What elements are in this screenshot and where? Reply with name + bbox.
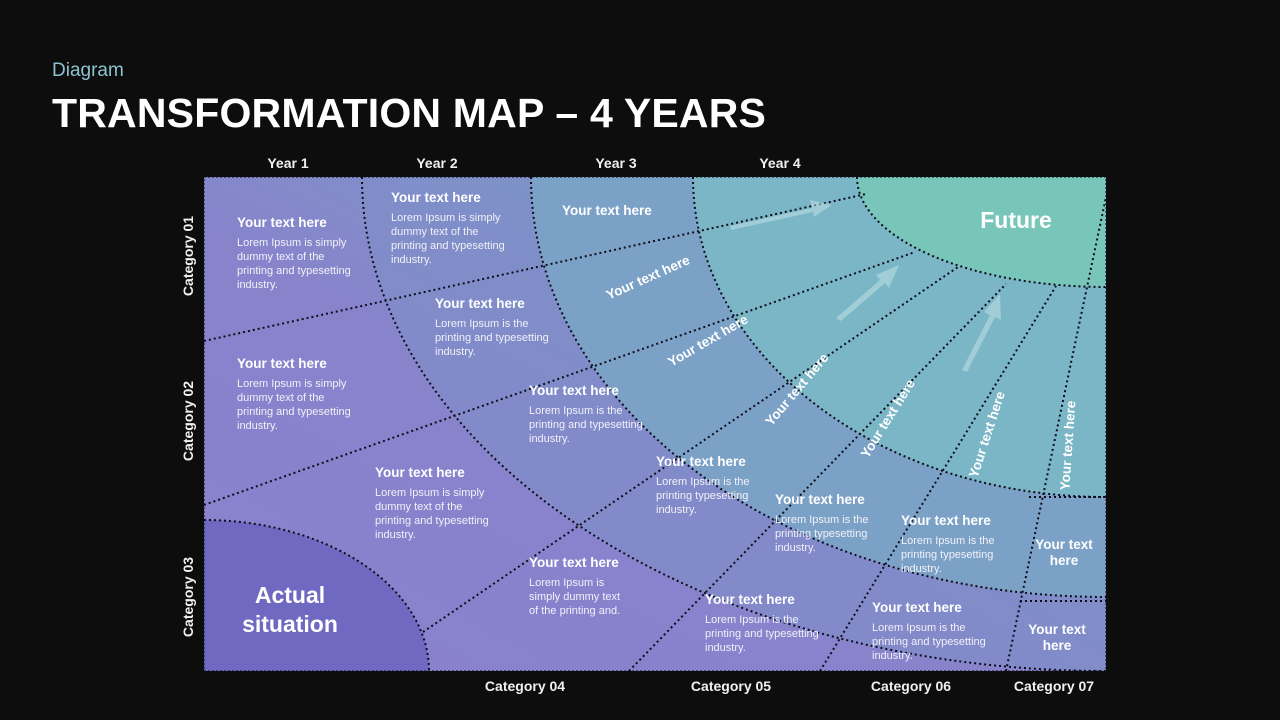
cell-body: Lorem Ipsum is the printing and typesett… <box>529 405 643 445</box>
cell-heading: Your text here <box>375 465 465 480</box>
cell-body: Lorem Ipsum is the printing and typesett… <box>705 614 819 654</box>
cell-cat01-year2: Your text here Lorem Ipsum is simply dum… <box>391 190 516 267</box>
cell-body: Lorem Ipsum is simply dummy text of the … <box>391 212 505 266</box>
cell-heading: Your text here <box>705 592 795 607</box>
cell-body: Lorem Ipsum is simply dummy text of the … <box>237 237 351 291</box>
cell-body: Lorem Ipsum is simply dummy text of the … <box>375 487 489 541</box>
cell-cat06-year2: Your text here Lorem Ipsum is the printi… <box>872 600 987 663</box>
cell-body: Lorem Ipsum is simply dummy text of the … <box>237 378 351 432</box>
cell-cat05-year3: Your text here Lorem Ipsum is the printi… <box>775 492 885 555</box>
corner-label-cat07-upper: Your text here <box>1035 537 1093 568</box>
cell-heading: Your text here <box>656 454 746 469</box>
cell-heading: Your text here <box>529 555 619 570</box>
cell-heading: Your text here <box>775 492 865 507</box>
cell-cat05-year2: Your text here Lorem Ipsum is the printi… <box>705 592 820 655</box>
future-label: Future <box>980 207 1052 233</box>
cell-body: Lorem Ipsum is simply dummy text of the … <box>529 577 621 617</box>
cell-heading: Your text here <box>901 513 991 528</box>
actual-situation-label: Actual situation <box>242 582 338 637</box>
cell-body: Lorem Ipsum is the printing typesetting … <box>656 476 750 516</box>
cell-cat02-year2: Your text here Lorem Ipsum is the printi… <box>435 296 550 359</box>
transformation-map-diagram <box>203 176 1107 672</box>
cell-cat02-year3: Your text here Lorem Ipsum is the printi… <box>529 383 644 446</box>
cell-heading: Your text here <box>529 383 619 398</box>
cell-cat03-year1: Your text here Lorem Ipsum is simply dum… <box>375 465 500 542</box>
cell-cat06-year3: Your text here Lorem Ipsum is the printi… <box>901 513 1011 576</box>
cell-heading: Your text here <box>872 600 962 615</box>
cell-body: Lorem Ipsum is the printing typesetting … <box>775 514 869 554</box>
cell-cat04-year2: Your text here Lorem Ipsum is simply dum… <box>529 555 621 618</box>
cell-body: Lorem Ipsum is the printing and typesett… <box>872 622 986 662</box>
cell-body: Lorem Ipsum is the printing and typesett… <box>435 318 549 358</box>
cell-cat01-year1: Your text here Lorem Ipsum is simply dum… <box>237 215 362 292</box>
cell-cat04-year3: Your text here Lorem Ipsum is the printi… <box>656 454 766 517</box>
corner-label-cat07-lower: Your text here <box>1028 622 1086 653</box>
cell-body: Lorem Ipsum is the printing typesetting … <box>901 535 995 575</box>
cell-heading: Your text here <box>435 296 525 311</box>
ring-label-cat01-year3: Your text here <box>562 203 652 218</box>
cell-cat02-year1: Your text here Lorem Ipsum is simply dum… <box>237 356 362 433</box>
cell-heading: Your text here <box>391 190 481 205</box>
cell-heading: Your text here <box>237 356 327 371</box>
cell-heading: Your text here <box>237 215 327 230</box>
